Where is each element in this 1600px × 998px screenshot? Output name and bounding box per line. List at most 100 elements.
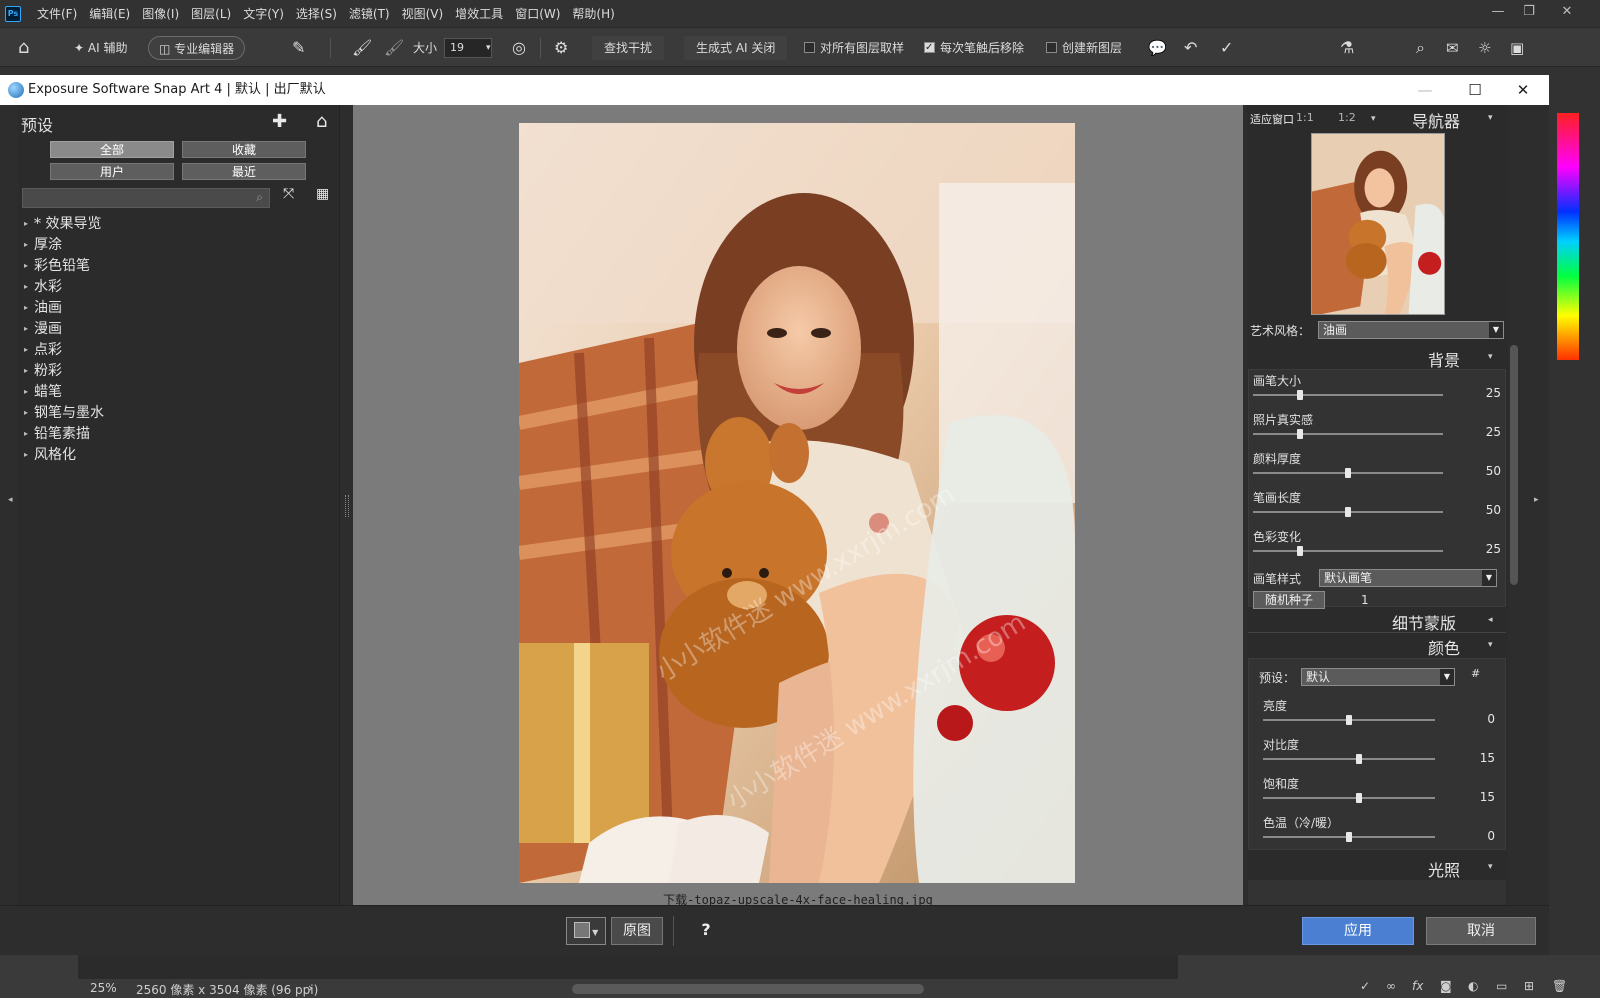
preset-search-input[interactable]: ⌕ bbox=[22, 188, 270, 208]
new-layer-icon[interactable]: ⊞ bbox=[1524, 979, 1534, 993]
navigator-collapse-icon[interactable]: ▾ bbox=[1488, 113, 1493, 123]
color-spectrum[interactable] bbox=[1557, 113, 1579, 360]
cancel-button[interactable]: 取消 bbox=[1426, 917, 1536, 945]
slider-track[interactable] bbox=[1253, 433, 1443, 435]
sample-all-layers-checkbox[interactable]: 对所有图层取样 bbox=[804, 36, 904, 60]
workspace-icon[interactable]: ▣ bbox=[1510, 36, 1524, 60]
add-preset-icon[interactable]: ✚ bbox=[272, 111, 287, 132]
collapse-icon[interactable]: ⤧ bbox=[283, 186, 294, 202]
view-mode-button[interactable]: ▼ bbox=[566, 917, 606, 945]
apply-button[interactable]: 应用 bbox=[1302, 917, 1414, 945]
menu-type[interactable]: 文字(Y) bbox=[243, 3, 284, 24]
preset-category[interactable]: ▸ 粉彩 bbox=[24, 360, 62, 380]
trash-icon[interactable]: 🗑 bbox=[1552, 979, 1567, 993]
generative-ai-button[interactable]: 生成式 AI 关闭 bbox=[684, 36, 788, 60]
navigator-thumbnail[interactable] bbox=[1311, 133, 1445, 315]
help-icon[interactable]: ? bbox=[692, 917, 720, 945]
menu-layer[interactable]: 图层(L) bbox=[191, 3, 231, 24]
filter-recent-button[interactable]: 最近 bbox=[182, 163, 306, 180]
dialog-close-button[interactable]: ✕ bbox=[1500, 75, 1546, 105]
art-style-dropdown[interactable]: 油画 ▼ bbox=[1318, 321, 1504, 339]
slider-thumb[interactable] bbox=[1297, 429, 1303, 439]
dialog-minimize-button[interactable]: — bbox=[1402, 75, 1448, 105]
zoom-1-1-button[interactable]: 1:1 bbox=[1296, 111, 1314, 124]
ai-assist-button[interactable]: ✦ AI 辅助 bbox=[74, 36, 127, 60]
commit-check-icon[interactable]: ✓ bbox=[1220, 36, 1233, 60]
slider-thumb[interactable] bbox=[1297, 390, 1303, 400]
menu-plugins[interactable]: 增效工具 bbox=[455, 3, 503, 24]
gear-icon[interactable]: ⚙ bbox=[554, 36, 568, 60]
random-seed-button[interactable]: 随机种子 bbox=[1253, 591, 1325, 609]
section-collapse-icon[interactable]: ▾ bbox=[1488, 862, 1493, 872]
preview-canvas[interactable]: 小小软件迷 www.xxrjm.com 小小软件迷 www.xxrjm.com … bbox=[353, 105, 1243, 907]
mask-icon[interactable]: ◙ bbox=[1440, 979, 1452, 993]
preset-category[interactable]: ▸ 铅笔素描 bbox=[24, 423, 90, 443]
slider-thumb[interactable] bbox=[1346, 832, 1352, 842]
slider-thumb[interactable] bbox=[1345, 507, 1351, 517]
color-section-title[interactable]: 颜色 bbox=[1428, 635, 1460, 659]
search-icon[interactable]: ⌕ bbox=[1416, 36, 1425, 60]
menu-view[interactable]: 视图(V) bbox=[402, 3, 444, 24]
preview-image[interactable]: 小小软件迷 www.xxrjm.com 小小软件迷 www.xxrjm.com bbox=[519, 123, 1075, 883]
collapse-left-arrow-icon[interactable]: ◂ bbox=[8, 495, 13, 505]
brush-subtract-icon[interactable]: 🖌 bbox=[384, 36, 404, 60]
slider-thumb[interactable] bbox=[1356, 793, 1362, 803]
find-distractions-button[interactable]: 查找干扰 bbox=[592, 36, 665, 60]
preset-category[interactable]: ▸ 彩色铅笔 bbox=[24, 255, 90, 275]
filter-all-button[interactable]: 全部 bbox=[50, 141, 174, 158]
discover-icon[interactable]: ✉ bbox=[1446, 36, 1459, 60]
slider-track[interactable] bbox=[1263, 758, 1435, 760]
home-icon[interactable]: ⌂ bbox=[316, 111, 327, 132]
zoom-level[interactable]: 25% bbox=[90, 981, 117, 995]
original-toggle-button[interactable]: 原图 bbox=[611, 917, 663, 945]
home-icon[interactable]: ⌂ bbox=[18, 36, 29, 60]
undo-icon[interactable]: ↶ bbox=[1184, 36, 1197, 60]
filter-user-button[interactable]: 用户 bbox=[50, 163, 174, 180]
adjustment-icon[interactable]: ◐ bbox=[1468, 979, 1478, 993]
ps-close-button[interactable]: ✕ bbox=[1552, 2, 1582, 22]
menu-edit[interactable]: 编辑(E) bbox=[89, 3, 130, 24]
size-input[interactable]: 19 bbox=[444, 38, 492, 58]
preset-category[interactable]: ▸ 水彩 bbox=[24, 276, 62, 296]
menu-select[interactable]: 选择(S) bbox=[296, 3, 337, 24]
preset-category[interactable]: ▸ 漫画 bbox=[24, 318, 62, 338]
preset-category[interactable]: ▸ * 效果导览 bbox=[24, 213, 101, 233]
bulb-icon[interactable]: ☼ bbox=[1478, 36, 1491, 60]
section-expand-icon[interactable]: ◂ bbox=[1488, 615, 1493, 625]
flask-icon[interactable]: ⚗ bbox=[1340, 36, 1354, 60]
grid-view-icon[interactable]: ▦ bbox=[316, 186, 329, 202]
preset-category[interactable]: ▸ 厚涂 bbox=[24, 234, 62, 254]
slider-track[interactable] bbox=[1263, 797, 1435, 799]
section-collapse-icon[interactable]: ▾ bbox=[1488, 352, 1493, 362]
slider-thumb[interactable] bbox=[1345, 468, 1351, 478]
ps-maximize-button[interactable]: ❐ bbox=[1514, 2, 1544, 22]
bandage-icon[interactable]: ✎ bbox=[292, 36, 305, 60]
slider-thumb[interactable] bbox=[1356, 754, 1362, 764]
preset-category[interactable]: ▸ 风格化 bbox=[24, 444, 76, 464]
hash-menu-icon[interactable]: # bbox=[1471, 667, 1480, 680]
slider-track[interactable] bbox=[1253, 394, 1443, 396]
menu-window[interactable]: 窗口(W) bbox=[515, 3, 560, 24]
preset-category[interactable]: ▸ 蜡笔 bbox=[24, 381, 62, 401]
ps-minimize-button[interactable]: — bbox=[1483, 2, 1513, 22]
slider-track[interactable] bbox=[1253, 550, 1443, 552]
create-new-layer-checkbox[interactable]: 创建新图层 bbox=[1046, 36, 1122, 60]
dialog-maximize-button[interactable]: ☐ bbox=[1452, 75, 1498, 105]
brush-icon[interactable]: ✓ bbox=[1360, 979, 1370, 993]
menu-file[interactable]: 文件(F) bbox=[37, 3, 77, 24]
detail-mask-section-title[interactable]: 细节蒙版 bbox=[1392, 610, 1456, 634]
brush-style-dropdown[interactable]: 默认画笔 ▼ bbox=[1319, 569, 1497, 587]
menu-image[interactable]: 图像(I) bbox=[142, 3, 179, 24]
feedback-icon[interactable]: 💬 bbox=[1148, 36, 1167, 60]
preset-category[interactable]: ▸ 钢笔与墨水 bbox=[24, 402, 104, 422]
horizontal-scrollbar[interactable] bbox=[572, 984, 924, 994]
brush-add-icon[interactable]: 🖌 bbox=[352, 36, 372, 60]
background-section-title[interactable]: 背景 bbox=[1428, 347, 1460, 371]
collapse-right-arrow-icon[interactable]: ▸ bbox=[1534, 495, 1539, 505]
filter-favorites-button[interactable]: 收藏 bbox=[182, 141, 306, 158]
random-seed-value[interactable]: 1 bbox=[1361, 593, 1369, 607]
pressure-icon[interactable]: ◎ bbox=[512, 36, 526, 60]
lighting-section-title[interactable]: 光照 bbox=[1428, 857, 1460, 881]
panel-scrollbar[interactable] bbox=[1510, 345, 1518, 585]
slider-thumb[interactable] bbox=[1297, 546, 1303, 556]
